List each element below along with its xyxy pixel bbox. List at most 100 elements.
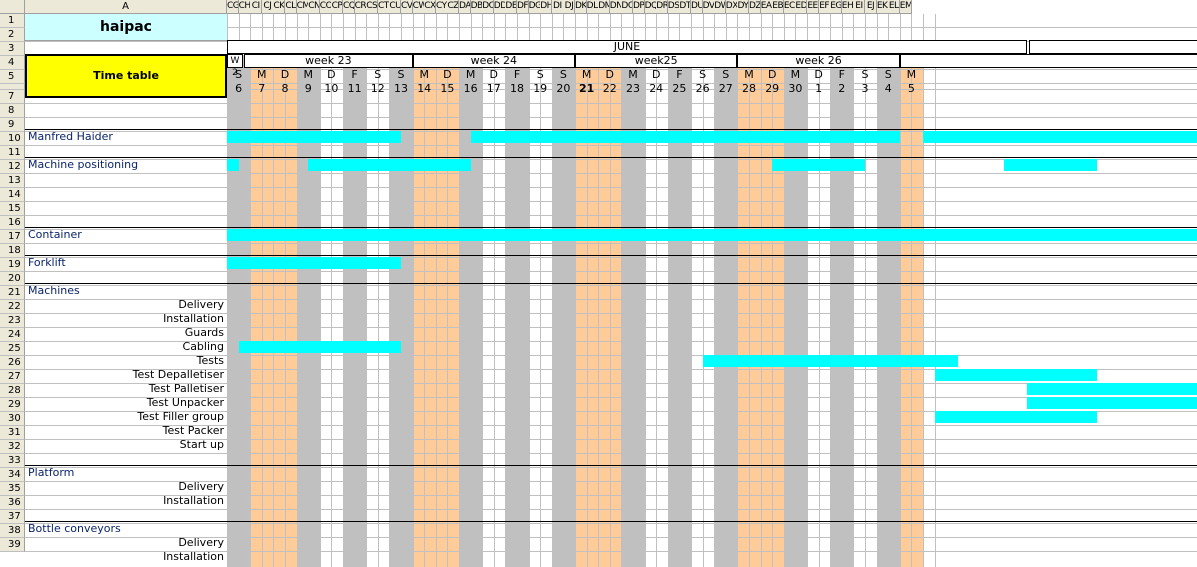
- column-header[interactable]: DJ: [563, 0, 576, 14]
- row-header[interactable]: 37: [0, 510, 25, 524]
- row-header[interactable]: 34: [0, 468, 25, 482]
- schedule-bar[interactable]: [703, 355, 958, 367]
- column-header[interactable]: DL: [586, 0, 599, 14]
- column-header[interactable]: CL: [285, 0, 298, 14]
- column-header[interactable]: DH: [540, 0, 553, 14]
- row-header[interactable]: 28: [0, 384, 25, 398]
- row-header[interactable]: 9: [0, 118, 25, 132]
- column-header[interactable]: CH: [238, 0, 251, 14]
- column-header[interactable]: EF: [818, 0, 831, 14]
- column-header[interactable]: CU: [389, 0, 402, 14]
- row-header[interactable]: 32: [0, 440, 25, 454]
- column-header[interactable]: EA: [760, 0, 773, 14]
- section-label[interactable]: Machine positioning: [25, 158, 227, 172]
- row-header[interactable]: 27: [0, 370, 25, 384]
- column-header[interactable]: CO: [319, 0, 332, 14]
- column-header[interactable]: CJ: [261, 0, 274, 14]
- row-header[interactable]: 13: [0, 174, 25, 188]
- column-header[interactable]: CQ: [343, 0, 356, 14]
- task-label[interactable]: Start up: [25, 438, 227, 452]
- row-header[interactable]: 29: [0, 398, 25, 412]
- column-header[interactable]: DN: [609, 0, 622, 14]
- section-label[interactable]: Container: [25, 228, 227, 242]
- row-header[interactable]: 33: [0, 454, 25, 468]
- column-header[interactable]: EC: [783, 0, 796, 14]
- row-header[interactable]: 21: [0, 286, 25, 300]
- row-header[interactable]: 25: [0, 342, 25, 356]
- column-header[interactable]: DW: [714, 0, 727, 14]
- column-header[interactable]: EE: [807, 0, 820, 14]
- column-header[interactable]: CS: [366, 0, 379, 14]
- column-header[interactable]: DY: [737, 0, 750, 14]
- spreadsheet[interactable]: ACGCHCICJCKCLCMCNCOCPCQCRCSCTCUCVCWCXCYC…: [0, 0, 1197, 567]
- row-header[interactable]: 38: [0, 524, 25, 538]
- row-header[interactable]: 26: [0, 356, 25, 370]
- column-header[interactable]: CX: [424, 0, 437, 14]
- time-table-title[interactable]: Time table: [25, 54, 227, 98]
- task-label[interactable]: Cabling: [25, 340, 227, 354]
- column-header[interactable]: EM: [899, 0, 912, 14]
- schedule-bar[interactable]: [471, 131, 900, 143]
- column-header[interactable]: ED: [795, 0, 808, 14]
- section-label[interactable]: Forklift: [25, 256, 227, 270]
- row-header[interactable]: 35: [0, 482, 25, 496]
- schedule-bar[interactable]: [1027, 397, 1197, 409]
- row-header[interactable]: 8: [0, 104, 25, 118]
- row-header[interactable]: 4: [0, 56, 25, 70]
- column-header[interactable]: EB: [772, 0, 785, 14]
- schedule-bar[interactable]: [227, 229, 1197, 241]
- column-header[interactable]: CW: [412, 0, 425, 14]
- column-header[interactable]: CK: [273, 0, 286, 14]
- column-header[interactable]: DB: [470, 0, 483, 14]
- column-header[interactable]: DK: [575, 0, 588, 14]
- column-header[interactable]: DP: [633, 0, 646, 14]
- column-header[interactable]: EG: [830, 0, 843, 14]
- row-header[interactable]: 3: [0, 42, 25, 56]
- column-header[interactable]: EH: [841, 0, 854, 14]
- column-header[interactable]: EL: [888, 0, 901, 14]
- column-header[interactable]: CG: [227, 0, 240, 14]
- column-header[interactable]: CP: [331, 0, 344, 14]
- column-header[interactable]: DA: [459, 0, 472, 14]
- schedule-bar[interactable]: [227, 131, 401, 143]
- column-header[interactable]: DG: [528, 0, 541, 14]
- column-header[interactable]: CT: [377, 0, 390, 14]
- task-label[interactable]: Delivery: [25, 298, 227, 312]
- row-header[interactable]: 10: [0, 132, 25, 146]
- column-header[interactable]: CZ: [447, 0, 460, 14]
- schedule-bar[interactable]: [1027, 383, 1197, 395]
- row-header[interactable]: 31: [0, 426, 25, 440]
- schedule-bar[interactable]: [239, 341, 401, 353]
- row-header[interactable]: 5: [0, 70, 25, 84]
- schedule-bar[interactable]: [935, 411, 1097, 423]
- row-header[interactable]: 30: [0, 412, 25, 426]
- column-header[interactable]: DD: [493, 0, 506, 14]
- row-header[interactable]: 15: [0, 202, 25, 216]
- schedule-bar[interactable]: [227, 257, 401, 269]
- schedule-bar[interactable]: [227, 159, 239, 171]
- task-label[interactable]: Test Filler group: [25, 410, 227, 424]
- row-header[interactable]: 23: [0, 314, 25, 328]
- row-header[interactable]: 18: [0, 244, 25, 258]
- row-header[interactable]: 11: [0, 146, 25, 160]
- column-header[interactable]: DQ: [644, 0, 657, 14]
- column-header[interactable]: EJ: [865, 0, 878, 14]
- column-header[interactable]: DT: [679, 0, 692, 14]
- task-label[interactable]: Test Unpacker: [25, 396, 227, 410]
- section-label[interactable]: Bottle conveyors: [25, 522, 227, 536]
- row-header[interactable]: 7: [0, 90, 25, 104]
- schedule-bar[interactable]: [772, 159, 865, 171]
- task-label[interactable]: Installation: [25, 494, 227, 508]
- section-label[interactable]: Manfred Haider: [25, 130, 227, 144]
- column-header[interactable]: CN: [308, 0, 321, 14]
- column-header[interactable]: A: [25, 0, 227, 14]
- column-header[interactable]: DV: [702, 0, 715, 14]
- schedule-bar[interactable]: [923, 131, 1197, 143]
- column-header[interactable]: DZ: [749, 0, 762, 14]
- row-header[interactable]: 12: [0, 160, 25, 174]
- schedule-bar[interactable]: [935, 369, 1097, 381]
- row-header[interactable]: 24: [0, 328, 25, 342]
- section-label[interactable]: Platform: [25, 466, 227, 480]
- row-header[interactable]: 22: [0, 300, 25, 314]
- row-header[interactable]: 36: [0, 496, 25, 510]
